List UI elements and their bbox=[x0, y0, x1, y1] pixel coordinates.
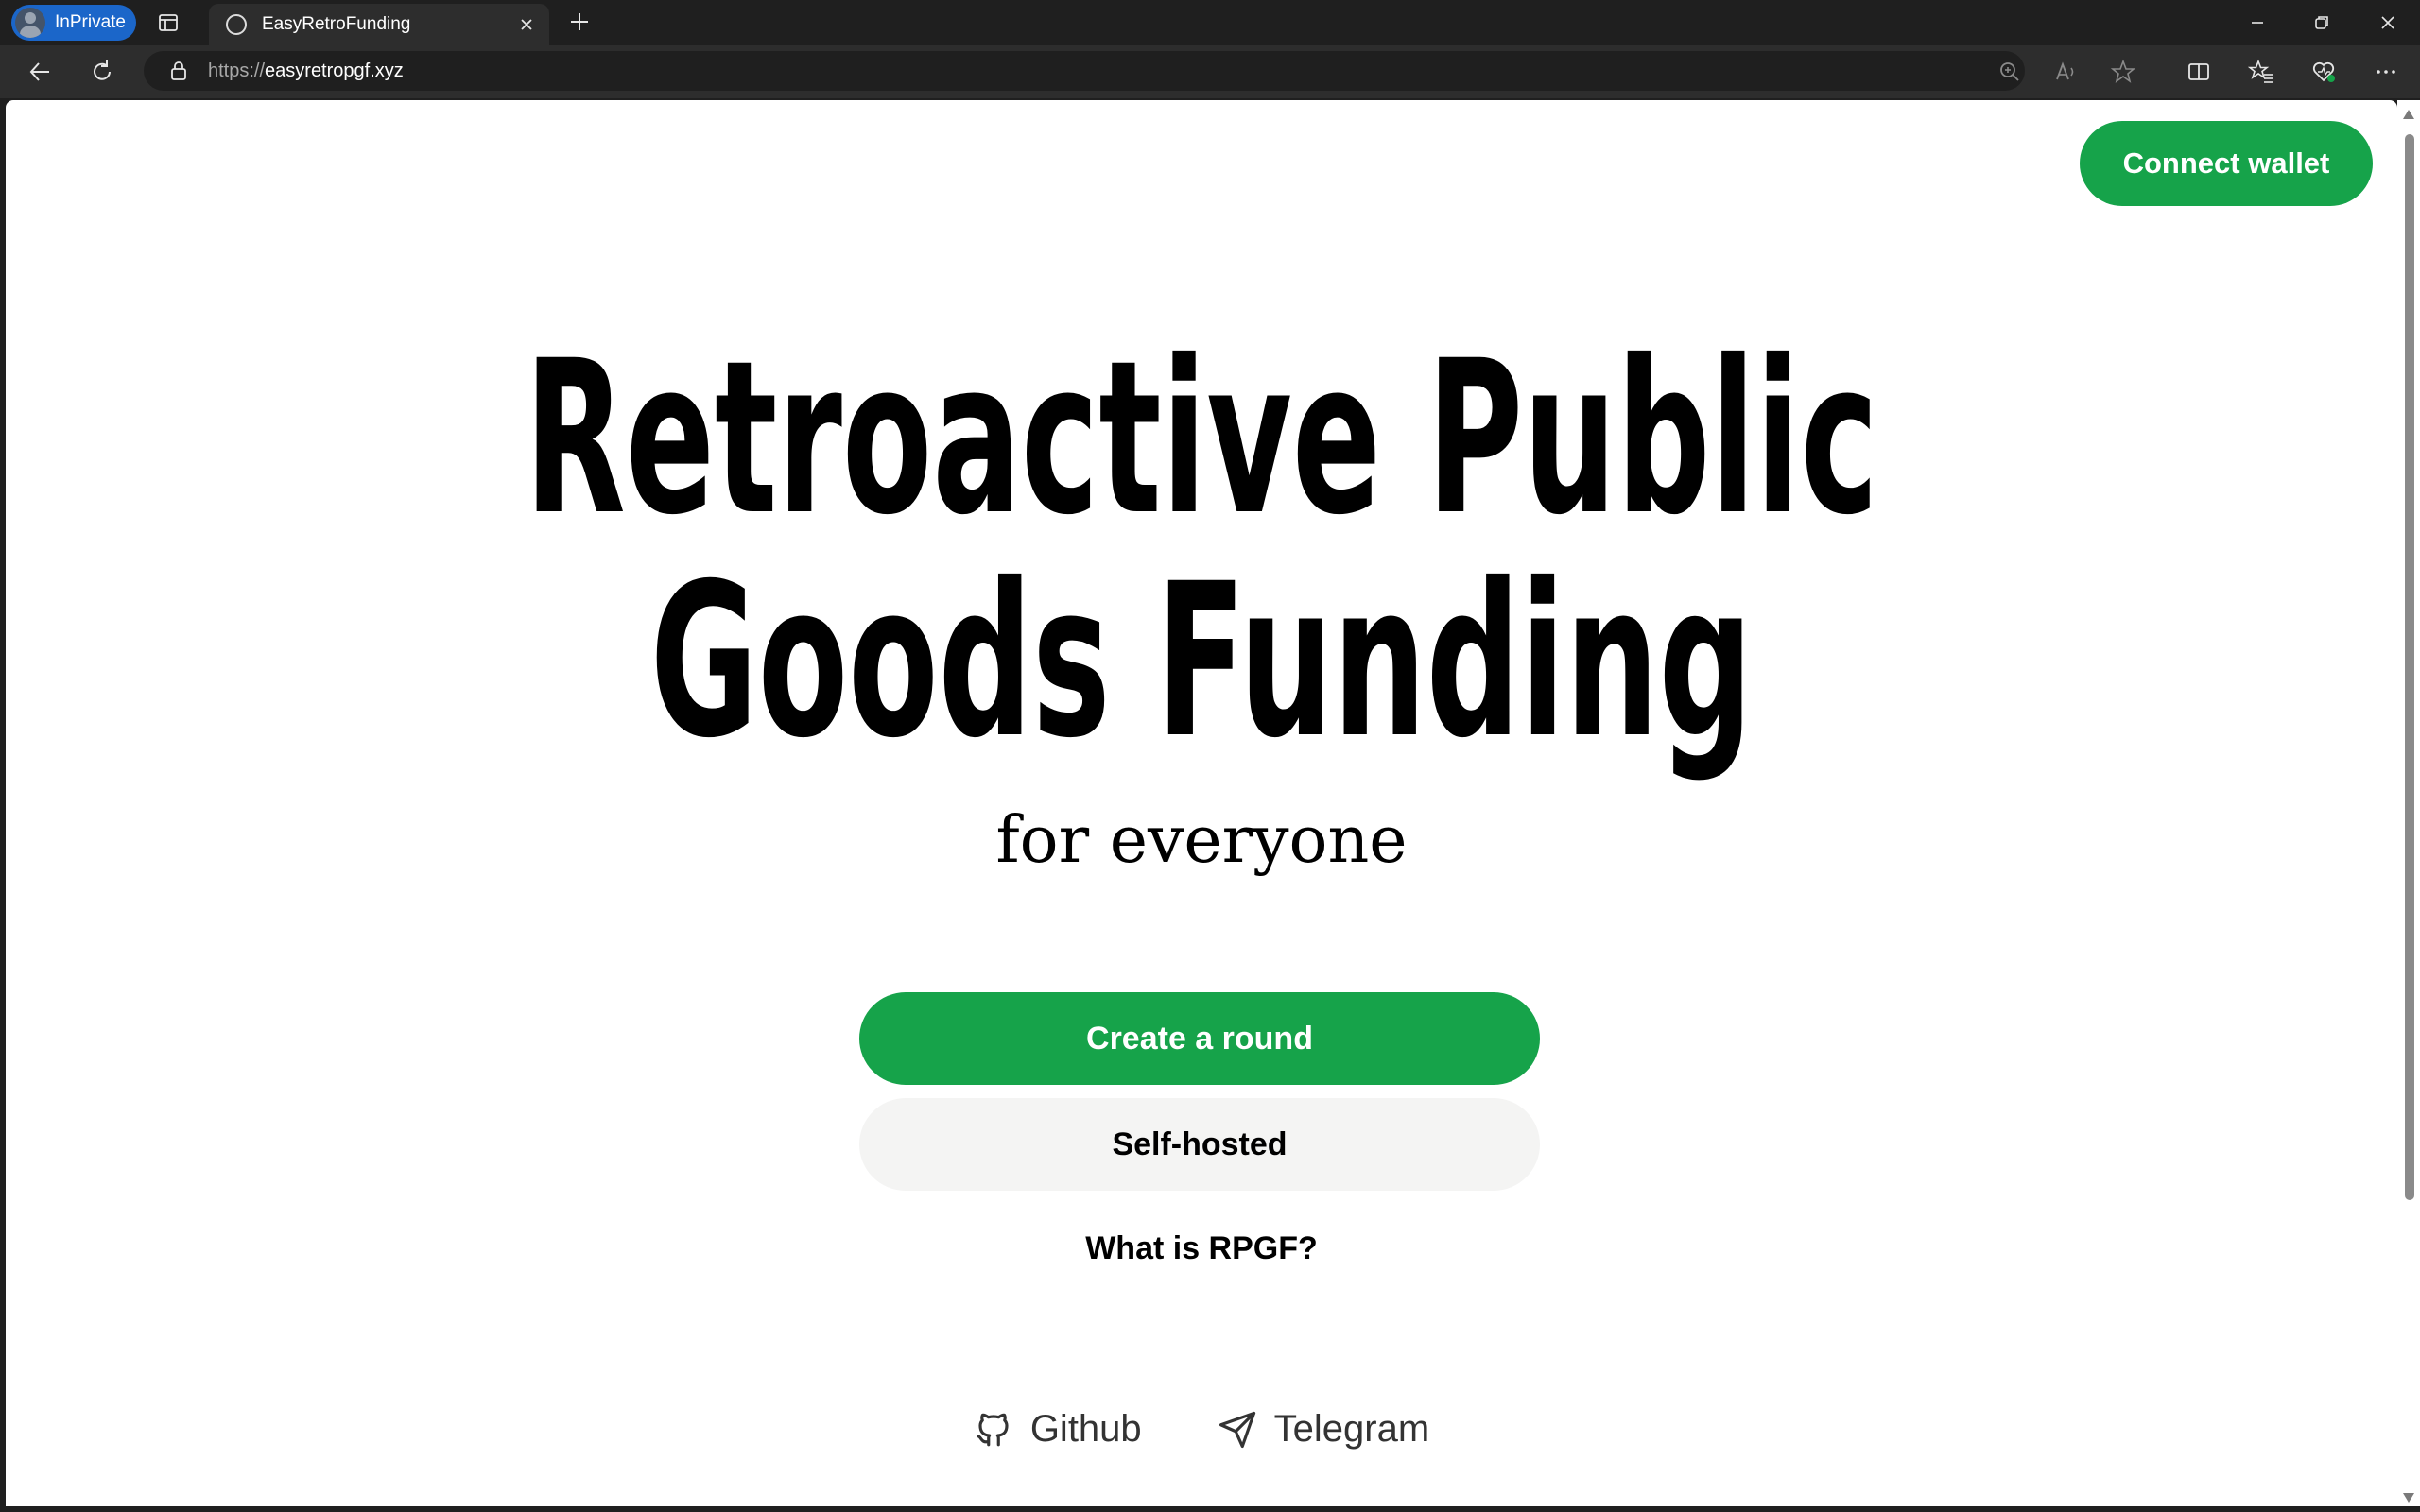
hero-line-1: Retroactive Public bbox=[524, 315, 1879, 561]
url-host: easyretropgf.xyz bbox=[265, 60, 404, 81]
github-icon bbox=[977, 1413, 1009, 1446]
create-round-button[interactable]: Create a round bbox=[859, 992, 1540, 1085]
scroll-down-arrow-icon[interactable] bbox=[2403, 1493, 2414, 1503]
self-hosted-button[interactable]: Self-hosted bbox=[859, 1098, 1540, 1191]
browser-toolbar: https://easyretropgf.xyz bbox=[0, 45, 2420, 98]
hero-heading-wrap: Retroactive Public Goods Funding bbox=[6, 327, 2397, 773]
scroll-up-arrow-icon[interactable] bbox=[2403, 110, 2414, 119]
browser-title-bar: InPrivate EasyRetroFunding bbox=[0, 0, 2420, 45]
favorite-star-icon[interactable] bbox=[2110, 59, 2136, 85]
favorites-icon[interactable] bbox=[2248, 59, 2274, 85]
inprivate-profile-button[interactable]: InPrivate bbox=[11, 5, 136, 41]
tab-actions-icon[interactable] bbox=[157, 11, 180, 34]
minimize-icon[interactable] bbox=[2246, 11, 2269, 34]
connect-wallet-button[interactable]: Connect wallet bbox=[2080, 121, 2373, 206]
telegram-label: Telegram bbox=[1273, 1408, 1430, 1450]
new-tab-icon[interactable] bbox=[567, 9, 592, 34]
tab-title: EasyRetroFunding bbox=[262, 14, 411, 34]
address-bar[interactable]: https://easyretropgf.xyz bbox=[144, 51, 2025, 91]
read-aloud-icon[interactable] bbox=[2053, 59, 2080, 85]
url-text: https://easyretropgf.xyz bbox=[208, 60, 404, 82]
telegram-link[interactable]: Telegram bbox=[1218, 1408, 1430, 1451]
what-is-rpgf-link[interactable]: What is RPGF? bbox=[6, 1230, 2397, 1267]
refresh-icon[interactable] bbox=[89, 59, 115, 85]
window-bottom-edge bbox=[0, 1506, 2420, 1512]
hero-heading: Retroactive Public Goods Funding bbox=[525, 327, 1878, 773]
github-label: Github bbox=[1029, 1408, 1142, 1450]
restore-icon[interactable] bbox=[2310, 11, 2333, 34]
hero-line-2: Goods Funding bbox=[649, 538, 1754, 784]
github-link[interactable]: Github bbox=[974, 1408, 1142, 1451]
more-icon[interactable] bbox=[2373, 59, 2399, 85]
browser-essentials-icon[interactable] bbox=[2310, 59, 2337, 85]
scrollbar-thumb[interactable] bbox=[2405, 134, 2414, 1200]
hero-subtitle: for everyone bbox=[995, 803, 1408, 878]
vertical-scrollbar[interactable] bbox=[2397, 100, 2420, 1506]
inprivate-label: InPrivate bbox=[55, 12, 126, 32]
inprivate-avatar-icon bbox=[15, 8, 45, 38]
close-tab-icon[interactable] bbox=[517, 15, 536, 34]
favicon-icon bbox=[226, 14, 247, 35]
tab-easyretrofunding[interactable]: EasyRetroFunding bbox=[209, 4, 549, 45]
close-window-icon[interactable] bbox=[2377, 11, 2399, 34]
zoom-icon[interactable] bbox=[1996, 59, 2023, 85]
back-icon[interactable] bbox=[26, 59, 53, 85]
split-screen-icon[interactable] bbox=[2186, 59, 2212, 85]
page-viewport: Connect wallet Retroactive Public Goods … bbox=[6, 100, 2397, 1506]
telegram-icon bbox=[1219, 1411, 1255, 1448]
url-prefix: https:// bbox=[208, 60, 266, 81]
lock-icon[interactable] bbox=[168, 60, 189, 81]
footer-links: Github Telegram bbox=[6, 1408, 2397, 1451]
